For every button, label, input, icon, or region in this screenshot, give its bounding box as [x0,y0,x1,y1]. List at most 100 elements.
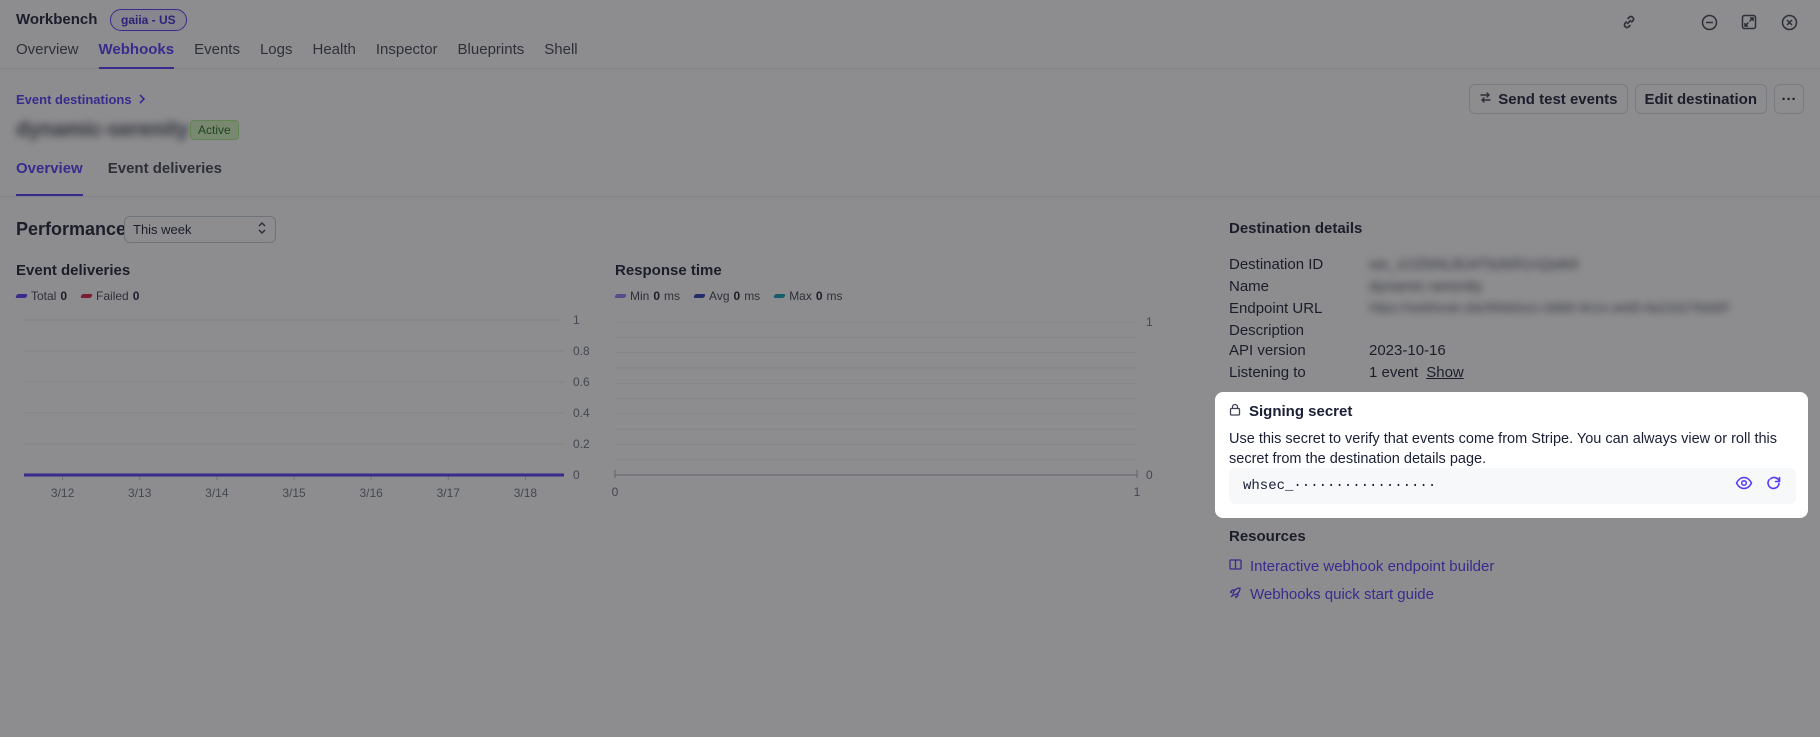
legend-swatch-max [773,294,787,298]
book-icon [1229,558,1242,575]
tab-shell[interactable]: Shell [544,41,577,69]
signing-secret-field[interactable]: whsec_················· [1229,468,1796,504]
detail-label: API version [1229,342,1306,359]
tab-event-deliveries[interactable]: Event deliveries [108,160,222,196]
resources-title: Resources [1229,528,1306,545]
signing-secret-value[interactable]: whsec_················· [1243,478,1436,494]
y-tick-label: 0.6 [573,375,590,389]
close-icon[interactable] [1778,11,1800,33]
show-events-link[interactable]: Show [1426,364,1464,381]
detail-row-api-version: API version 2023-10-16 [1229,342,1446,359]
webhooks-quick-start-label: Webhooks quick start guide [1250,586,1434,603]
signing-secret-header: Signing secret [1229,403,1794,420]
rocket-icon [1229,586,1242,603]
x-tick-label: 3/14 [205,486,229,500]
tab-inspector[interactable]: Inspector [376,41,438,69]
webhooks-quick-start-link[interactable]: Webhooks quick start guide [1229,586,1434,603]
x-tick-label: 3/18 [514,486,538,500]
edit-destination-button[interactable]: Edit destination [1634,84,1767,114]
destination-details-title: Destination details [1229,220,1363,237]
y-tick-label: 0.8 [573,344,590,358]
legend-label-min: Min [630,289,650,303]
y-tick-label: 1 [1146,315,1153,329]
listening-to-value: 1 event [1369,364,1419,381]
more-options-button[interactable]: ··· [1774,84,1804,114]
detail-label: Listening to [1229,364,1306,381]
window-actions [1618,11,1800,33]
detail-label: Description [1229,322,1305,339]
roll-secret-icon[interactable] [1765,475,1782,497]
breadcrumb[interactable]: Event destinations [16,92,146,107]
signing-secret-card: Signing secret Use this secret to verify… [1215,392,1808,518]
detail-row-listening-to: Listening to 1 event Show [1229,364,1464,381]
response-time-legend: Min 0 ms Avg 0 ms Max 0 ms [614,289,843,303]
legend-item-min: Min 0 ms [614,289,681,303]
legend-swatch-avg [693,294,706,298]
legend-swatch-total [15,294,28,298]
tab-overview[interactable]: Overview [16,41,79,69]
legend-item-total: Total 0 [15,289,68,303]
workbench-header: Workbench gaiia - US Overview Webhooks E… [0,0,1820,69]
legend-value-avg: 0 [733,289,741,303]
send-test-events-label: Send test events [1498,90,1618,108]
tab-blueprints[interactable]: Blueprints [458,41,525,69]
app-title: Workbench [16,11,98,28]
main-tabs: Overview Webhooks Events Logs Health Ins… [16,41,578,69]
arrows-swap-icon [1479,91,1492,108]
response-time-chart: 010 1 [612,315,1153,499]
legend-label-max: Max [789,289,812,303]
destination-id-value[interactable]: we_1OZbNLBJ4Tb2kR1nQwk9 [1369,256,1578,273]
tab-events[interactable]: Events [194,41,240,69]
detail-label: Endpoint URL [1229,300,1323,317]
event-deliveries-legend: Total 0 Failed 0 [15,289,140,303]
lock-icon [1229,403,1241,420]
destination-tabs: Overview Event deliveries [16,160,222,196]
tab-destination-overview[interactable]: Overview [16,160,83,196]
time-range-select[interactable]: This week [124,216,276,243]
y-tick-label: 0 [573,468,580,482]
x-tick-label: 1 [1134,485,1141,499]
link-icon[interactable] [1618,11,1640,33]
breadcrumb-event-destinations[interactable]: Event destinations [16,92,132,107]
event-deliveries-chart: 0 0.2 0.4 0.6 0.8 1 3/12 3/13 3/14 3/15 3/16 3/17 3/… [24,313,590,500]
x-tick-label: 3/13 [128,486,152,500]
y-tick-label: 0 [1146,468,1153,482]
destination-actions: Send test events Edit destination ··· [1469,84,1804,114]
tab-webhooks[interactable]: Webhooks [98,41,175,69]
status-badge: Active [190,120,239,140]
legend-unit-max: ms [826,289,843,303]
workbench-app: Workbench gaiia - US Overview Webhooks E… [0,0,1820,737]
send-test-events-button[interactable]: Send test events [1469,84,1628,114]
legend-item-avg: Avg 0 ms [693,289,761,303]
signing-secret-title: Signing secret [1249,403,1353,420]
detail-label: Name [1229,278,1270,295]
detail-row-name: Name dynamic-serenity [1229,278,1482,295]
webhook-endpoint-builder-label: Interactive webhook endpoint builder [1250,558,1495,575]
x-tick-label: 0 [612,485,619,499]
x-tick-label: 3/17 [437,486,461,500]
legend-unit-min: ms [664,289,681,303]
minimize-icon[interactable] [1698,11,1720,33]
api-version-value: 2023-10-16 [1369,342,1446,359]
legend-value-failed: 0 [132,289,140,303]
legend-item-max: Max 0 ms [773,289,843,303]
tab-logs[interactable]: Logs [260,41,293,69]
legend-value-total: 0 [60,289,68,303]
eye-icon[interactable] [1735,475,1753,497]
webhook-endpoint-builder-link[interactable]: Interactive webhook endpoint builder [1229,558,1494,575]
name-value: dynamic-serenity [1369,278,1483,295]
time-range-value: This week [133,222,192,237]
legend-unit-avg: ms [744,289,761,303]
legend-label-failed: Failed [96,289,129,303]
detail-row-destination-id: Destination ID we_1OZbNLBJ4Tb2kR1nQwk9 [1229,256,1578,273]
endpoint-url-value[interactable]: https://webhook.site/6f4d2a1c-b9b8-4e1e-… [1369,300,1728,317]
destination-details: Destination details Destination ID we_1O… [1229,220,1804,381]
x-tick-label: 3/12 [51,486,75,500]
legend-label-total: Total [31,289,57,303]
response-time-title: Response time [615,262,722,279]
tab-health[interactable]: Health [312,41,355,69]
x-tick-label: 3/15 [282,486,306,500]
environment-badge[interactable]: gaiia - US [110,9,187,31]
event-deliveries-title: Event deliveries [16,262,131,279]
expand-icon[interactable] [1738,11,1760,33]
